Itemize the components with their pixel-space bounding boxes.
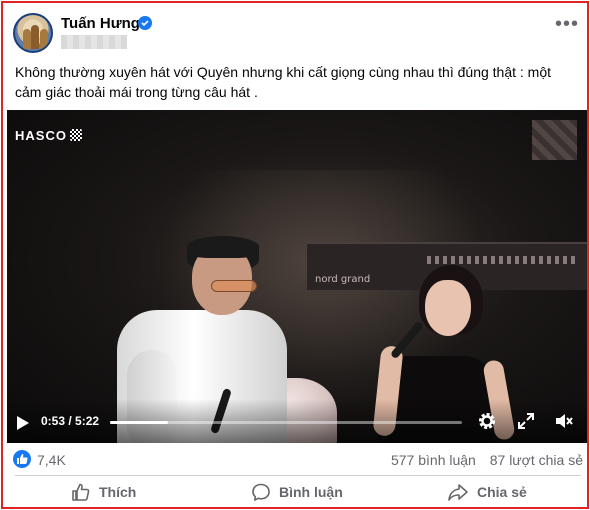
video-time: 0:53 / 5:22 [41, 414, 100, 428]
comments-count[interactable]: 577 bình luận [391, 452, 476, 468]
verified-icon [138, 16, 152, 30]
thumbs-up-icon [72, 483, 90, 501]
fullscreen-icon[interactable] [516, 411, 536, 431]
keyboard-brand: nord grand [315, 274, 371, 285]
post-caption: Không thường xuyên hát với Quyên nhưng k… [15, 64, 552, 100]
post-header: Tuấn Hưng ••• [13, 13, 583, 57]
like-reaction-icon[interactable] [13, 450, 31, 468]
divider [15, 475, 581, 476]
post-stats: 7,4K 577 bình luận 87 lượt chia sẻ [13, 450, 583, 472]
blurred-region [532, 120, 577, 160]
share-label: Chia sẻ [477, 484, 527, 500]
mute-icon[interactable] [554, 411, 574, 431]
shares-count[interactable]: 87 lượt chia sẻ [490, 452, 583, 468]
video-controls: 0:53 / 5:22 [7, 399, 587, 443]
post-timestamp-blurred [61, 35, 127, 49]
author-name[interactable]: Tuấn Hưng [61, 15, 140, 32]
like-label: Thích [99, 484, 137, 500]
progress-bar[interactable] [110, 421, 462, 424]
share-icon [448, 484, 468, 501]
more-options-icon[interactable]: ••• [555, 14, 579, 34]
reactions-count[interactable]: 7,4K [37, 452, 66, 468]
video-player[interactable]: HASCO nord grand 0:53 / 5:22 [7, 110, 587, 443]
comment-icon [252, 483, 270, 501]
post-card: Tuấn Hưng ••• Không thường xuyên hát với… [1, 1, 589, 509]
progress-fill [110, 421, 169, 424]
comment-button[interactable]: Bình luận [251, 479, 343, 505]
comment-label: Bình luận [279, 484, 343, 500]
author-avatar[interactable] [13, 13, 53, 53]
play-icon[interactable] [17, 416, 29, 430]
hasco-logo: HASCO [15, 128, 82, 143]
like-button[interactable]: Thích [71, 479, 136, 505]
settings-icon[interactable] [477, 411, 497, 431]
post-actions: Thích Bình luận Chia sẻ [7, 477, 587, 507]
share-button[interactable]: Chia sẻ [447, 479, 527, 505]
